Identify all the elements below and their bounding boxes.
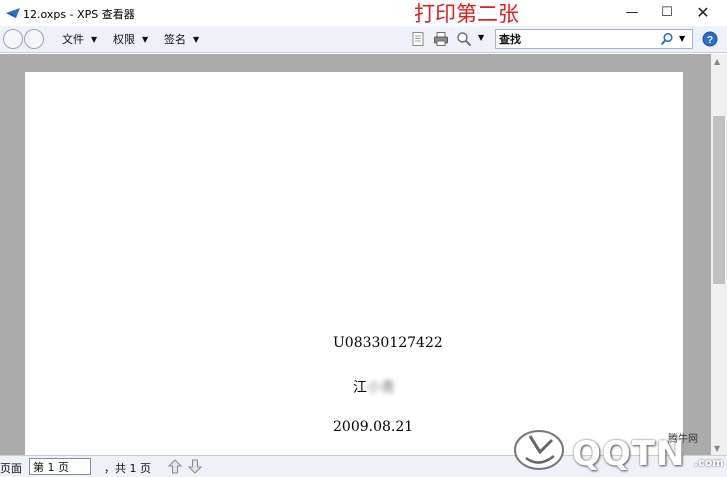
red-annotation: 打印第二张 <box>414 2 519 26</box>
menu-permissions-label: 权限 <box>113 33 135 46</box>
help-icon[interactable]: ? <box>702 31 718 47</box>
arrow-up-icon[interactable] <box>168 459 182 474</box>
search-input[interactable] <box>499 31 649 47</box>
menu-file[interactable]: 文件 ▼ <box>62 31 97 47</box>
document-viewer[interactable]: U08330127422 江小青 2009.08.21 <box>0 54 711 455</box>
zoom-dropdown-icon[interactable]: ▼ <box>478 33 484 42</box>
chevron-down-icon: ▼ <box>142 34 149 44</box>
page-label: 页面 <box>0 462 22 475</box>
document-page: U08330127422 江小青 2009.08.21 <box>25 72 683 455</box>
svg-text:?: ? <box>707 35 713 46</box>
search-box[interactable]: ▼ <box>495 29 693 49</box>
page-number-input[interactable] <box>29 458 91 475</box>
window-title: 12.oxps - XPS 查看器 <box>23 8 135 21</box>
chevron-down-icon: ▼ <box>193 34 200 44</box>
document-date: 2009.08.21 <box>333 419 414 435</box>
print-icon[interactable] <box>433 31 449 47</box>
scroll-thumb[interactable] <box>713 116 725 284</box>
close-button[interactable]: ✕ <box>686 0 720 24</box>
watermark: QQTN 腾牛网 .com <box>512 416 724 476</box>
document-name-blurred: 小青 <box>367 380 395 396</box>
search-icon[interactable] <box>660 32 674 46</box>
document-code: U08330127422 <box>333 335 443 351</box>
document-icon[interactable] <box>410 31 426 47</box>
vertical-scrollbar[interactable]: ▲ ▼ <box>711 54 727 455</box>
document-name-visible: 江 <box>353 380 367 396</box>
scroll-up-icon[interactable]: ▲ <box>714 57 720 66</box>
document-name: 江小青 <box>353 377 395 397</box>
zoom-icon[interactable] <box>456 31 472 47</box>
arrow-down-icon[interactable] <box>188 459 202 474</box>
page-total: ，共 1 页 <box>104 462 151 475</box>
toolbar: 文件 ▼ 权限 ▼ 签名 ▼ ▼ ▼ ? <box>0 26 727 53</box>
watermark-suffix: .com <box>694 456 724 469</box>
chevron-down-icon: ▼ <box>91 34 98 44</box>
back-forward-icon[interactable] <box>2 28 48 50</box>
title-bar: 12.oxps - XPS 查看器 打印第二张 — ☐ ✕ <box>0 0 727 26</box>
search-options-icon[interactable]: ▼ <box>679 34 685 43</box>
menu-signatures[interactable]: 签名 ▼ <box>164 31 199 47</box>
menu-signatures-label: 签名 <box>164 33 186 46</box>
menu-file-label: 文件 <box>62 33 84 46</box>
watermark-logo-icon <box>514 430 564 470</box>
watermark-small-text: 腾牛网 <box>668 434 698 445</box>
menu-permissions[interactable]: 权限 ▼ <box>113 31 148 47</box>
app-icon <box>6 8 20 18</box>
maximize-button[interactable]: ☐ <box>650 0 684 24</box>
minimize-button[interactable]: — <box>615 0 649 24</box>
